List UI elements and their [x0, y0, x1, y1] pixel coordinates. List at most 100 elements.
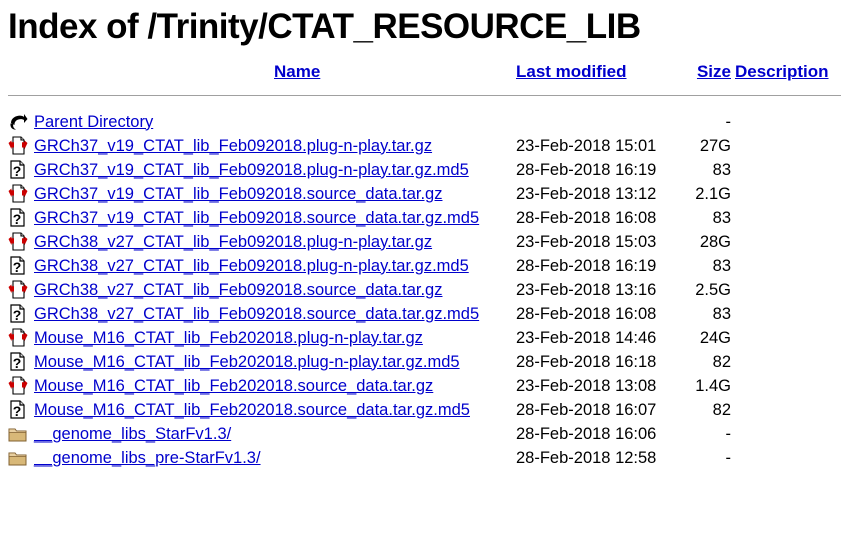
header-size-column: Size: [691, 62, 731, 86]
row-last-modified-cell: 28-Feb-2018 12:58: [516, 448, 657, 467]
file-link[interactable]: GRCh38_v27_CTAT_lib_Feb092018.source_dat…: [34, 281, 442, 299]
file-link[interactable]: GRCh38_v27_CTAT_lib_Feb092018.source_dat…: [34, 305, 479, 323]
compressed-file-icon: [8, 327, 28, 349]
table-row: ? Mouse_M16_CTAT_lib_Feb202018.plug-n-pla…: [8, 350, 841, 374]
row-description-cell: [731, 110, 841, 134]
row-icon-cell: ?: [8, 206, 34, 230]
row-description-cell: [731, 446, 841, 470]
svg-text:?: ?: [13, 163, 22, 179]
file-link[interactable]: GRCh37_v19_CTAT_lib_Feb092018.plug-n-pla…: [34, 137, 432, 155]
row-description-cell: [731, 206, 841, 230]
file-link[interactable]: GRCh38_v27_CTAT_lib_Feb092018.plug-n-pla…: [34, 257, 469, 275]
row-icon-cell: [8, 422, 34, 446]
file-link[interactable]: Mouse_M16_CTAT_lib_Feb202018.source_data…: [34, 401, 470, 419]
header-icon-column: [8, 62, 34, 86]
row-description-cell: [731, 158, 841, 182]
row-last-modified-cell: 28-Feb-2018 16:19: [516, 256, 657, 275]
unknown-file-icon: ?: [8, 303, 28, 325]
table-row: __genome_libs_pre-StarFv1.3/28-Feb-2018 …: [8, 446, 841, 470]
row-size-cell: 28G: [699, 232, 731, 251]
row-size-cell: 83: [712, 208, 731, 227]
file-link[interactable]: __genome_libs_pre-StarFv1.3/: [34, 449, 261, 467]
file-link[interactable]: Parent Directory: [34, 113, 153, 131]
row-size-cell: 83: [712, 304, 731, 323]
row-name-cell: Mouse_M16_CTAT_lib_Feb202018.plug-n-play…: [34, 350, 516, 374]
row-last-modified-cell: 23-Feb-2018 15:03: [516, 232, 657, 251]
svg-text:?: ?: [13, 355, 22, 371]
row-size-cell: 24G: [699, 328, 731, 347]
header-description-wrap: Description: [731, 62, 829, 82]
file-link[interactable]: GRCh37_v19_CTAT_lib_Feb092018.source_dat…: [34, 185, 442, 203]
row-icon-cell: [8, 374, 34, 398]
file-link[interactable]: Mouse_M16_CTAT_lib_Feb202018.plug-n-play…: [34, 329, 423, 347]
row-icon-cell: [8, 278, 34, 302]
row-description-cell: [731, 278, 841, 302]
directory-listing-table: Name Last modified Size Description Pare…: [8, 62, 841, 470]
compressed-file-icon: [8, 279, 28, 301]
row-name-cell: __genome_libs_StarFv1.3/: [34, 422, 516, 446]
table-row: GRCh38_v27_CTAT_lib_Feb092018.plug-n-pla…: [8, 230, 841, 254]
file-link[interactable]: GRCh38_v27_CTAT_lib_Feb092018.plug-n-pla…: [34, 233, 432, 251]
row-name-cell: GRCh37_v19_CTAT_lib_Feb092018.source_dat…: [34, 182, 516, 206]
table-row: Mouse_M16_CTAT_lib_Feb202018.plug-n-play…: [8, 326, 841, 350]
row-size-cell: 2.1G: [695, 184, 731, 203]
file-link[interactable]: Mouse_M16_CTAT_lib_Feb202018.source_data…: [34, 377, 433, 395]
row-last-modified-cell: 23-Feb-2018 15:01: [516, 136, 657, 155]
row-icon-cell: [8, 230, 34, 254]
row-description-cell: [731, 254, 841, 278]
row-icon-cell: [8, 326, 34, 350]
parent-directory-icon: [8, 111, 28, 133]
header-name-wrap: Name: [34, 62, 516, 82]
row-size-cell: 1.4G: [695, 376, 731, 395]
table-header-row: Name Last modified Size Description: [8, 62, 841, 86]
unknown-file-icon: ?: [8, 255, 28, 277]
table-row: Parent Directory -: [8, 110, 841, 134]
header-name-column: Name: [34, 62, 516, 86]
row-name-cell: Mouse_M16_CTAT_lib_Feb202018.source_data…: [34, 374, 516, 398]
file-link[interactable]: GRCh37_v19_CTAT_lib_Feb092018.plug-n-pla…: [34, 161, 469, 179]
row-size-cell: 27G: [699, 136, 731, 155]
sort-by-description-link[interactable]: Description: [735, 62, 829, 81]
row-description-cell: [731, 134, 841, 158]
row-icon-cell: ?: [8, 350, 34, 374]
unknown-file-icon: ?: [8, 399, 28, 421]
file-link[interactable]: __genome_libs_StarFv1.3/: [34, 425, 231, 443]
svg-text:?: ?: [13, 259, 22, 275]
svg-text:?: ?: [13, 403, 22, 419]
row-name-cell: GRCh37_v19_CTAT_lib_Feb092018.plug-n-pla…: [34, 158, 516, 182]
row-name-cell: GRCh37_v19_CTAT_lib_Feb092018.source_dat…: [34, 206, 516, 230]
table-row: __genome_libs_StarFv1.3/28-Feb-2018 16:0…: [8, 422, 841, 446]
table-body: Parent Directory - GRCh37_v19_CTAT_lib_Feb…: [8, 110, 841, 470]
row-name-cell: Mouse_M16_CTAT_lib_Feb202018.source_data…: [34, 398, 516, 422]
table-row: ? Mouse_M16_CTAT_lib_Feb202018.source_dat…: [8, 398, 841, 422]
row-icon-cell: ?: [8, 158, 34, 182]
sort-by-name-link[interactable]: Name: [274, 62, 320, 81]
row-description-cell: [731, 230, 841, 254]
compressed-file-icon: [8, 231, 28, 253]
sort-by-size-link[interactable]: Size: [697, 62, 731, 81]
compressed-file-icon: [8, 135, 28, 157]
sort-by-last-modified-link[interactable]: Last modified: [516, 62, 627, 81]
table-row: Mouse_M16_CTAT_lib_Feb202018.source_data…: [8, 374, 841, 398]
header-rule-row: [8, 86, 841, 110]
row-name-cell: Parent Directory: [34, 110, 516, 134]
row-size-cell: 2.5G: [695, 280, 731, 299]
file-link[interactable]: GRCh37_v19_CTAT_lib_Feb092018.source_dat…: [34, 209, 479, 227]
row-icon-cell: ?: [8, 254, 34, 278]
table-row: ? GRCh38_v27_CTAT_lib_Feb092018.plug-n-pl…: [8, 254, 841, 278]
row-description-cell: [731, 350, 841, 374]
row-description-cell: [731, 182, 841, 206]
table-row: ? GRCh38_v27_CTAT_lib_Feb092018.source_da…: [8, 302, 841, 326]
file-link[interactable]: Mouse_M16_CTAT_lib_Feb202018.plug-n-play…: [34, 353, 460, 371]
row-name-cell: Mouse_M16_CTAT_lib_Feb202018.plug-n-play…: [34, 326, 516, 350]
horizontal-rule: [8, 95, 841, 96]
header-description-column: Description: [731, 62, 841, 86]
table-header: Name Last modified Size Description: [8, 62, 841, 110]
row-size-cell: -: [725, 112, 732, 131]
table-row: GRCh38_v27_CTAT_lib_Feb092018.source_dat…: [8, 278, 841, 302]
row-description-cell: [731, 422, 841, 446]
row-description-cell: [731, 302, 841, 326]
folder-icon: [8, 447, 28, 469]
row-size-cell: -: [725, 424, 732, 443]
header-last-modified-column: Last modified: [516, 62, 691, 86]
